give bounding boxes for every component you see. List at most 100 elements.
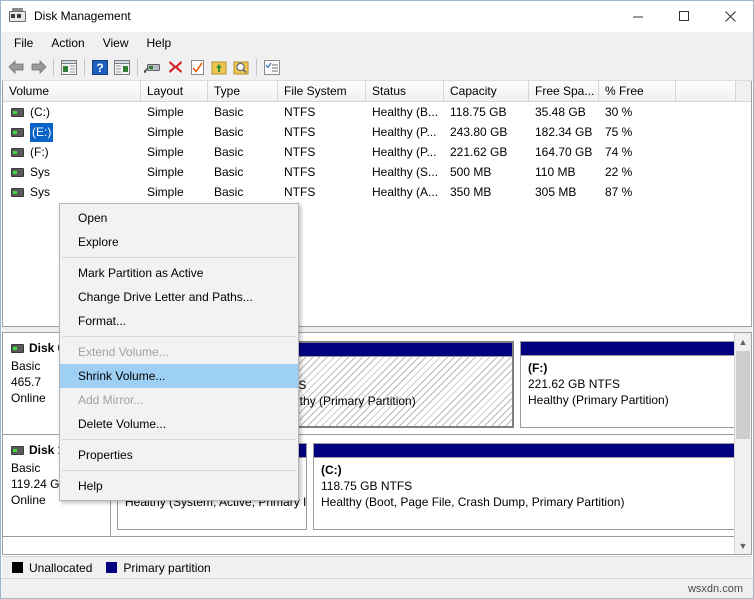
menu-bar: File Action View Help <box>1 32 753 54</box>
toolbar-separator <box>137 58 138 76</box>
ctx-delete-volume[interactable]: Delete Volume... <box>60 412 298 436</box>
column-header-blank[interactable] <box>676 81 736 101</box>
column-header-volume[interactable]: Volume <box>3 81 141 101</box>
partition-health: Healthy (Boot, Page File, Crash Dump, Pr… <box>321 495 625 509</box>
toolbar-separator <box>84 58 85 76</box>
status-cell: Healthy (P... <box>372 124 437 139</box>
volume-list-body: (C:) Simple Basic NTFS Healthy (B... 118.75 G… <box>3 102 751 202</box>
volume-row[interactable]: (C:) Simple Basic NTFS Healthy (B... 118.75 G… <box>3 102 751 122</box>
partition-text: (C:) 118.75 GB NTFS Healthy (Boot, Page Fi… <box>314 458 751 529</box>
back-icon[interactable] <box>5 56 27 78</box>
volume-cell: Sys <box>3 183 141 202</box>
show-hide-console-tree-icon[interactable] <box>58 56 80 78</box>
ctx-explore[interactable]: Explore <box>60 230 298 254</box>
layout-cell: Simple <box>147 124 184 139</box>
checklist-icon[interactable] <box>261 56 283 78</box>
partition-block[interactable]: (F:) 221.62 GB NTFS Healthy (Primary Parti… <box>520 341 751 428</box>
find-icon[interactable] <box>230 56 252 78</box>
volume-label: (F:) <box>30 144 49 159</box>
menu-file[interactable]: File <box>5 33 42 53</box>
properties-icon[interactable] <box>186 56 208 78</box>
column-header-file-system[interactable]: File System <box>278 81 366 101</box>
percent-free-cell: 87 % <box>605 184 633 199</box>
disk-icon <box>11 343 24 353</box>
volume-context-menu[interactable]: Open Explore Mark Partition as Active Chang… <box>59 203 299 501</box>
volume-label: Sys <box>30 164 51 179</box>
partition-name: (C:) <box>321 463 342 477</box>
title-bar: Disk Management <box>1 1 753 32</box>
menu-view[interactable]: View <box>94 33 138 53</box>
maximize-button[interactable] <box>661 2 707 31</box>
column-header-free-spa[interactable]: Free Spa... <box>529 81 599 101</box>
forward-icon[interactable] <box>27 56 49 78</box>
scroll-down-icon[interactable]: ▼ <box>735 537 751 554</box>
graphic-view-scrollbar[interactable]: ▲ ▼ <box>734 333 751 554</box>
rescan-disks-icon[interactable] <box>142 56 164 78</box>
partition-text: NTFSHealthy (Primary Partition) <box>268 357 512 426</box>
partition-block[interactable]: NTFSHealthy (Primary Partition) <box>265 340 515 429</box>
content-area: Volume Layout Type File System Status Capacit… <box>1 81 753 578</box>
ctx-mark-partition-active[interactable]: Mark Partition as Active <box>60 261 298 285</box>
legend-label-unallocated: Unallocated <box>29 560 93 575</box>
show-hide-action-pane-icon[interactable] <box>111 56 133 78</box>
type-cell: Basic <box>214 164 244 179</box>
legend-bar: Unallocated Primary partition <box>2 556 752 578</box>
disk-management-window: Disk Management File Action View Help ? … <box>0 0 754 599</box>
volume-row[interactable]: (F:) Simple Basic NTFS Healthy (P... 221.62 G… <box>3 142 751 162</box>
delete-icon[interactable] <box>164 56 186 78</box>
layout-cell: Simple <box>147 144 184 159</box>
partition-color-bar <box>314 444 751 458</box>
blank-cell <box>676 183 736 202</box>
partition-text: (F:) 221.62 GB NTFS Healthy (Primary Parti… <box>521 356 751 427</box>
free-space-cell: 182.34 GB <box>535 124 593 139</box>
volume-row[interactable]: (E:) Simple Basic NTFS Healthy (P... 243.80 G… <box>3 122 751 142</box>
watermark: wsxdn.com <box>687 582 743 595</box>
scrollbar-thumb[interactable] <box>736 351 750 439</box>
minimize-button[interactable] <box>615 2 661 31</box>
window-title: Disk Management <box>34 9 131 23</box>
svg-text:?: ? <box>96 61 103 75</box>
legend-label-primary-partition: Primary partition <box>123 560 211 575</box>
scroll-up-icon[interactable]: ▲ <box>735 333 751 350</box>
menu-action[interactable]: Action <box>42 33 93 53</box>
capacity-cell: 243.80 GB <box>450 124 508 139</box>
menu-help[interactable]: Help <box>138 33 181 53</box>
blank-cell <box>676 103 736 122</box>
type-cell: Basic <box>214 124 244 139</box>
export-list-icon[interactable] <box>208 56 230 78</box>
close-button[interactable] <box>707 2 753 31</box>
status-cell: Healthy (P... <box>372 144 437 159</box>
layout-cell: Simple <box>147 164 184 179</box>
column-header-free[interactable]: % Free <box>599 81 676 101</box>
volume-row[interactable]: Sys Simple Basic NTFS Healthy (S... 500 MB 110… <box>3 162 751 182</box>
status-cell: Healthy (B... <box>372 104 439 119</box>
column-header-type[interactable]: Type <box>208 81 278 101</box>
volume-label: (C:) <box>30 104 50 119</box>
status-bar: wsxdn.com <box>1 578 753 598</box>
volume-disk-icon <box>11 147 24 157</box>
ctx-shrink-volume[interactable]: Shrink Volume... <box>60 364 298 388</box>
partition-color-bar <box>521 342 751 356</box>
ctx-properties[interactable]: Properties <box>60 443 298 467</box>
file-system-cell: NTFS <box>284 124 316 139</box>
free-space-cell: 35.48 GB <box>535 104 586 119</box>
partition-color-bar <box>268 343 512 357</box>
toolbar-separator <box>256 58 257 76</box>
volume-disk-icon <box>11 187 24 197</box>
volume-disk-icon <box>11 127 24 137</box>
capacity-cell: 118.75 GB <box>450 104 507 119</box>
column-header-layout[interactable]: Layout <box>141 81 208 101</box>
ctx-separator-2 <box>62 336 296 337</box>
ctx-help[interactable]: Help <box>60 474 298 498</box>
ctx-format[interactable]: Format... <box>60 309 298 333</box>
column-header-status[interactable]: Status <box>366 81 444 101</box>
partition-block[interactable]: (C:) 118.75 GB NTFS Healthy (Boot, Page Fi… <box>313 443 751 530</box>
toolbar-separator <box>53 58 54 76</box>
partition-name: (F:) <box>528 361 548 375</box>
ctx-open[interactable]: Open <box>60 206 298 230</box>
ctx-change-drive-letter[interactable]: Change Drive Letter and Paths... <box>60 285 298 309</box>
type-cell: Basic <box>214 184 244 199</box>
help-icon[interactable]: ? <box>89 56 111 78</box>
volume-row[interactable]: Sys Simple Basic NTFS Healthy (A... 350 MB 305… <box>3 182 751 202</box>
column-header-capacity[interactable]: Capacity <box>444 81 529 101</box>
